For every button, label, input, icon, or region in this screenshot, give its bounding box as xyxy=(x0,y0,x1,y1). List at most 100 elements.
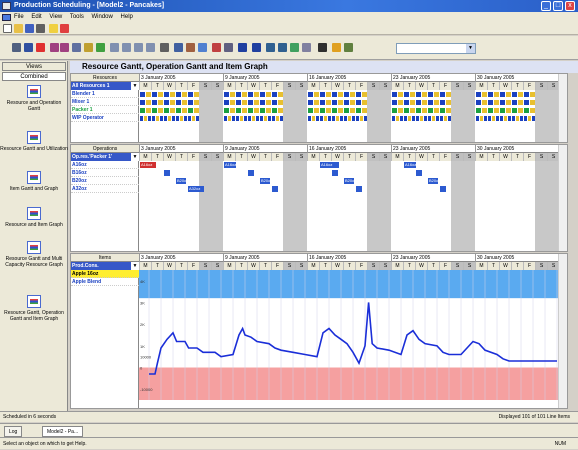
resource-gantt-bar[interactable] xyxy=(254,92,259,97)
item-row[interactable]: Apple 16oz xyxy=(71,270,139,278)
resource-gantt-bar[interactable] xyxy=(248,108,253,113)
minimize-button[interactable]: _ xyxy=(541,1,551,11)
resource-gantt-bar[interactable] xyxy=(336,116,339,121)
resource-gantt-bar[interactable] xyxy=(530,92,535,97)
resource-gantt-bar[interactable] xyxy=(158,92,163,97)
resource-gantt-bar[interactable] xyxy=(422,92,427,97)
cut-icon[interactable] xyxy=(212,43,221,52)
resource-gantt-bar[interactable] xyxy=(428,108,433,113)
resource-gantt-bar[interactable] xyxy=(324,116,327,121)
resource-gantt-bar[interactable] xyxy=(176,108,181,113)
resource-gantt-bar[interactable] xyxy=(434,92,439,97)
operation-row[interactable]: A16oz xyxy=(71,161,139,169)
operation-row[interactable]: B20oz xyxy=(71,177,139,185)
resource-gantt-bar[interactable] xyxy=(512,116,515,121)
resource-gantt-bar[interactable] xyxy=(524,92,529,97)
resource-gantt-bar[interactable] xyxy=(278,92,283,97)
resource-gantt-bar[interactable] xyxy=(278,100,283,105)
resource-gantt-bar[interactable] xyxy=(516,116,519,121)
resource-gantt-bar[interactable] xyxy=(312,116,315,121)
resource-gantt-bar[interactable] xyxy=(448,116,451,121)
resource-gantt-bar[interactable] xyxy=(140,100,145,105)
copy-icon[interactable] xyxy=(224,43,233,52)
tab-model[interactable]: Model2 - Pa... xyxy=(42,426,84,437)
resource-gantt-bar[interactable] xyxy=(350,108,355,113)
resource-gantt-bar[interactable] xyxy=(506,108,511,113)
resource-gantt-bar[interactable] xyxy=(260,92,265,97)
resource-gantt-bar[interactable] xyxy=(170,108,175,113)
resource-gantt-bar[interactable] xyxy=(500,100,505,105)
view-resource-operation-gantt[interactable]: Resource and Operation Gantt xyxy=(0,85,68,112)
resource-gantt-bar[interactable] xyxy=(152,116,155,121)
operation-gantt-bar[interactable]: A32oz xyxy=(188,186,204,192)
resource-gantt-bar[interactable] xyxy=(444,116,447,121)
operation-row[interactable]: A32oz xyxy=(71,185,139,193)
print-icon[interactable] xyxy=(36,24,45,33)
resource-gantt-bar[interactable] xyxy=(434,100,439,105)
tab-combined[interactable]: Combined xyxy=(2,72,66,81)
resource-gantt-bar[interactable] xyxy=(428,116,431,121)
resource-gantt-bar[interactable] xyxy=(260,100,265,105)
resource-gantt-bar[interactable] xyxy=(184,116,187,121)
resource-gantt-bar[interactable] xyxy=(314,108,319,113)
menu-help[interactable]: Help xyxy=(121,14,133,20)
table-icon[interactable] xyxy=(252,43,261,52)
resource-gantt-bar[interactable] xyxy=(482,108,487,113)
resource-gantt-bar[interactable] xyxy=(144,116,147,121)
resource-gantt-bar[interactable] xyxy=(266,108,271,113)
resource-gantt-bar[interactable] xyxy=(508,116,511,121)
export-icon[interactable] xyxy=(278,43,287,52)
resource-gantt-bar[interactable] xyxy=(320,116,323,121)
resource-gantt-bar[interactable] xyxy=(480,116,483,121)
resource-gantt-bar[interactable] xyxy=(506,92,511,97)
menu-edit[interactable]: Edit xyxy=(31,14,41,20)
resource-row-wip[interactable]: WIP Operator xyxy=(71,114,139,122)
resource-gantt-bar[interactable] xyxy=(476,108,481,113)
chevron-down-icon[interactable]: ▼ xyxy=(131,82,139,90)
resource-timeline[interactable]: 3 January 2005 9 January 2005 16 January 2… xyxy=(139,74,559,142)
resource-gantt-bar[interactable] xyxy=(530,100,535,105)
resource-gantt-bar[interactable] xyxy=(428,100,433,105)
resource-gantt-bar[interactable] xyxy=(360,116,363,121)
resource-gantt-bar[interactable] xyxy=(276,116,279,121)
resource-gantt-bar[interactable] xyxy=(506,100,511,105)
operation-gantt-bar[interactable]: A16oz xyxy=(404,162,416,168)
resource-gantt-bar[interactable] xyxy=(392,108,397,113)
vertical-scrollbar[interactable] xyxy=(558,145,567,251)
resource-gantt-bar[interactable] xyxy=(482,100,487,105)
operation-gantt-bar[interactable]: B20oz xyxy=(176,178,186,184)
view-resource-gantt-utilization[interactable]: Resource Gantt and Utilization xyxy=(0,131,68,152)
resource-gantt-bar[interactable] xyxy=(416,108,421,113)
resource-gantt-bar[interactable] xyxy=(362,100,367,105)
resource-selector[interactable]: All Resources 1 ▼ xyxy=(71,82,139,90)
resource-gantt-bar[interactable] xyxy=(356,100,361,105)
resource-gantt-bar[interactable] xyxy=(176,116,179,121)
resource-gantt-bar[interactable] xyxy=(446,92,451,97)
operation-selector[interactable]: Op.res.'Packer 1' ▼ xyxy=(71,153,139,161)
resource-gantt-bar[interactable] xyxy=(232,116,235,121)
resource-gantt-bar[interactable] xyxy=(424,116,427,121)
maximize-button[interactable]: □ xyxy=(553,1,563,11)
filter-icon[interactable] xyxy=(302,43,311,52)
operation-gantt-bar[interactable]: A16oz xyxy=(140,162,156,168)
resource-gantt-bar[interactable] xyxy=(484,116,487,121)
resource-gantt-bar[interactable] xyxy=(182,92,187,97)
resource-gantt-bar[interactable] xyxy=(268,116,271,121)
resource-gantt-bar[interactable] xyxy=(400,116,403,121)
operation-gantt-bar[interactable]: B20oz xyxy=(260,178,270,184)
resource-gantt-bar[interactable] xyxy=(140,116,143,121)
align-left-icon[interactable] xyxy=(110,43,119,52)
resource-gantt-bar[interactable] xyxy=(242,92,247,97)
settings-icon[interactable] xyxy=(84,43,93,52)
resource-gantt-bar[interactable] xyxy=(240,116,243,121)
resource-row-blender[interactable]: Blender 1 xyxy=(71,90,139,98)
resource-gantt-bar[interactable] xyxy=(344,92,349,97)
resource-gantt-bar[interactable] xyxy=(254,108,259,113)
item-selector[interactable]: Prod.Cons. ▼ xyxy=(71,262,139,270)
resource-gantt-bar[interactable] xyxy=(272,116,275,121)
monitor-icon[interactable] xyxy=(24,43,33,52)
resource-gantt-bar[interactable] xyxy=(350,100,355,105)
resource-gantt-bar[interactable] xyxy=(230,92,235,97)
menu-tools[interactable]: Tools xyxy=(70,14,84,20)
tab-log[interactable]: Log xyxy=(4,426,23,437)
